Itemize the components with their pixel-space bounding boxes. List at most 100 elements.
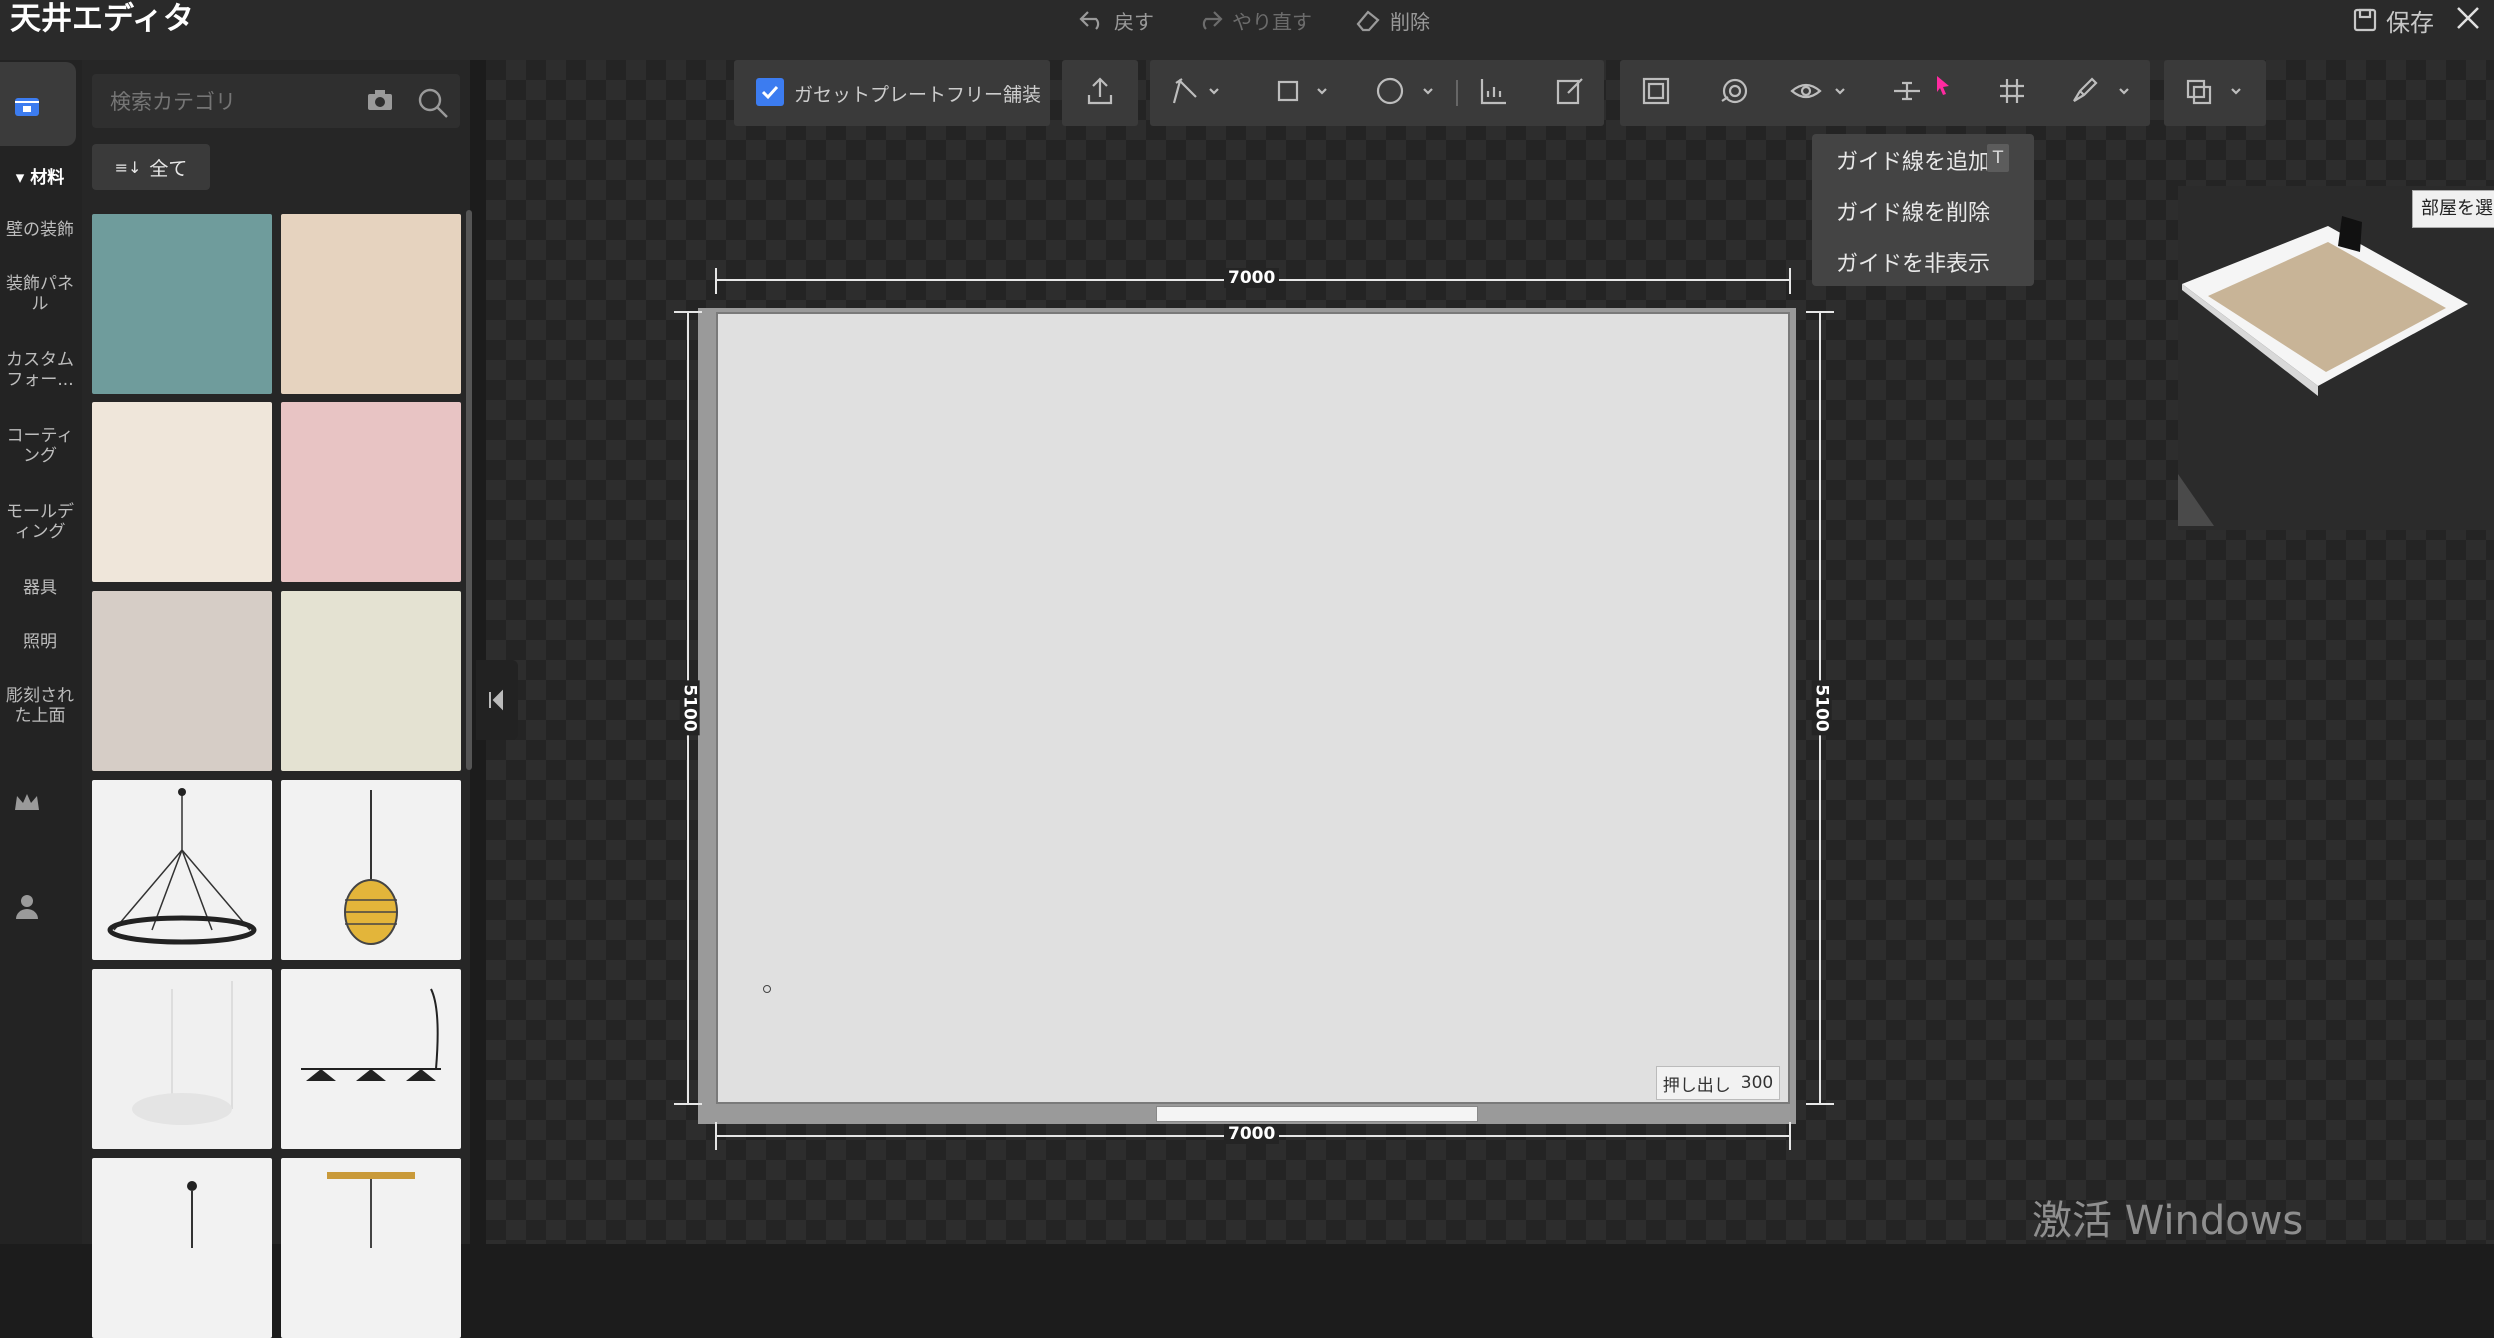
redo-icon <box>1202 11 1223 30</box>
collapse-left-icon <box>489 689 503 711</box>
expand-arrow-icon: ▾ <box>15 168 31 188</box>
rail-item-molding[interactable]: モールデ ィング <box>0 502 80 542</box>
gusset-label: ガセットプレートフリー舗装 <box>794 84 1042 106</box>
guide-line-tool[interactable] <box>1890 75 1926 111</box>
eye-icon <box>1790 83 1845 99</box>
crown-icon[interactable] <box>12 790 42 816</box>
product-bar-light[interactable] <box>281 1158 461 1338</box>
ring-chandelier-icon <box>107 788 257 945</box>
rail-item-carved[interactable]: 彫刻され た上面 <box>0 686 80 726</box>
light-strip-icon <box>1480 79 1506 105</box>
save-button[interactable]: 保存 <box>2352 0 2434 40</box>
bar-light-icon <box>327 1172 415 1248</box>
camera-icon[interactable] <box>366 88 394 112</box>
menu-item-delete-guide[interactable]: ガイド線を削除 <box>1836 195 1990 227</box>
visibility-tool[interactable] <box>1790 75 1850 111</box>
preview-tooltip: 部屋を選 <box>2412 190 2494 228</box>
rail-item-custom[interactable]: カスタム フォー... <box>0 350 80 390</box>
undo-icon <box>1079 11 1100 30</box>
room-preview[interactable] <box>2178 186 2494 530</box>
windows-watermark: 激活 Windows <box>2032 1198 2304 1244</box>
extrude-indicator[interactable]: 押し出し 300 <box>1656 1066 1780 1100</box>
user-icon[interactable] <box>14 892 40 920</box>
close-icon <box>2457 7 2479 29</box>
dimension-left: 5100 <box>679 680 700 736</box>
app-title: 天井エディタ <box>10 1 194 37</box>
room-3d-preview-icon <box>2178 216 2468 526</box>
material-swatch-beige[interactable] <box>281 214 461 394</box>
grid-tool[interactable] <box>1996 75 2028 111</box>
rectangle-icon <box>1277 80 1327 102</box>
upload-button[interactable] <box>1084 75 1116 111</box>
material-swatch-pink[interactable] <box>281 402 461 582</box>
material-swatch-taupe[interactable] <box>92 591 272 771</box>
menu-item-add-guide[interactable]: ガイド線を追加 <box>1836 144 1990 176</box>
gusset-checkbox[interactable] <box>756 78 784 106</box>
edit-shape-icon <box>1556 78 1583 105</box>
brush-icon <box>2073 77 2129 102</box>
save-icon <box>2353 8 2377 32</box>
rail-item-wall-decor[interactable]: 壁の装飾 <box>0 220 80 240</box>
undo-button[interactable]: 戻す <box>1078 0 1154 40</box>
material-swatch-teal[interactable] <box>92 214 272 394</box>
redo-label: やり直す <box>1232 9 1312 34</box>
grid-icon <box>2000 79 2024 103</box>
spiral-tool[interactable] <box>1718 75 1750 111</box>
material-swatch-cream[interactable] <box>92 402 272 582</box>
guide-line-icon <box>1894 81 1920 101</box>
select-frame-tool[interactable] <box>1640 75 1672 111</box>
rail-item-fixtures[interactable]: 器具 <box>0 578 80 598</box>
panel-scrollbar[interactable] <box>466 210 472 770</box>
menu-item-hide-guide[interactable]: ガイドを非表示 <box>1836 246 1990 278</box>
product-ring-chandelier[interactable] <box>92 780 272 960</box>
pendant-lamp-icon <box>344 790 398 945</box>
dimension-bottom: 7000 <box>1224 1124 1280 1144</box>
upload-icon <box>1087 77 1113 105</box>
pendant-small-icon <box>187 1181 197 1248</box>
frame-select-icon <box>1642 77 1670 105</box>
filter-all-label: 全て <box>149 157 188 180</box>
delete-button[interactable]: 削除 <box>1354 0 1430 40</box>
pen-line-icon <box>1172 78 1219 104</box>
rail-item-decor-panel[interactable]: 装飾パネ ル <box>0 274 80 314</box>
product-pendant-small[interactable] <box>92 1158 272 1338</box>
close-button[interactable] <box>2448 0 2488 40</box>
store-icon <box>15 98 39 116</box>
search-input[interactable] <box>108 86 352 118</box>
dimension-lines <box>674 268 1834 1150</box>
dimension-top: 7000 <box>1224 268 1280 288</box>
product-pendant-lamp[interactable] <box>281 780 461 960</box>
eraser-icon <box>1356 10 1380 32</box>
draw-rect-tool[interactable] <box>1274 75 1334 111</box>
product-white-chandelier[interactable] <box>92 969 272 1149</box>
extrude-value: 300 <box>1740 1073 1774 1093</box>
rail-item-materials[interactable]: ▾ 材料 <box>0 168 80 188</box>
filter-all-button[interactable]: ≡↓ 全て <box>92 144 210 190</box>
brush-tool[interactable] <box>2068 75 2138 111</box>
undo-label: 戻す <box>1114 9 1154 34</box>
draw-line-tool[interactable] <box>1170 75 1220 111</box>
rail-item-lighting[interactable]: 照明 <box>0 632 80 652</box>
rail-item-coating[interactable]: コーティ ング <box>0 426 80 466</box>
dimension-right: 5100 <box>1811 680 1832 736</box>
material-swatch-ivory[interactable] <box>281 591 461 771</box>
light-strip-tool[interactable] <box>1478 75 1510 111</box>
cursor-highlight-icon <box>1937 76 1949 95</box>
sort-icon: ≡↓ <box>114 157 142 177</box>
search-icon[interactable] <box>416 86 450 120</box>
collapse-panel-button[interactable] <box>476 660 518 740</box>
triple-pendant-icon <box>301 988 441 1081</box>
extrude-label: 押し出し <box>1662 1075 1731 1096</box>
white-chandelier-icon <box>132 981 233 1125</box>
redo-button[interactable]: やり直す <box>1196 0 1312 40</box>
save-label: 保存 <box>2386 8 2434 37</box>
spiral-icon <box>1721 78 1748 104</box>
rail-item-label: 材料 <box>30 168 65 188</box>
product-triple-pendant[interactable] <box>281 969 461 1149</box>
draw-circle-tool[interactable] <box>1374 75 1434 111</box>
edit-shape-tool[interactable] <box>1554 75 1586 111</box>
shortcut-badge: T <box>1987 144 2009 172</box>
layers-tool[interactable] <box>2184 75 2254 111</box>
circle-icon <box>1376 77 1433 105</box>
checkmark-icon <box>761 85 779 100</box>
